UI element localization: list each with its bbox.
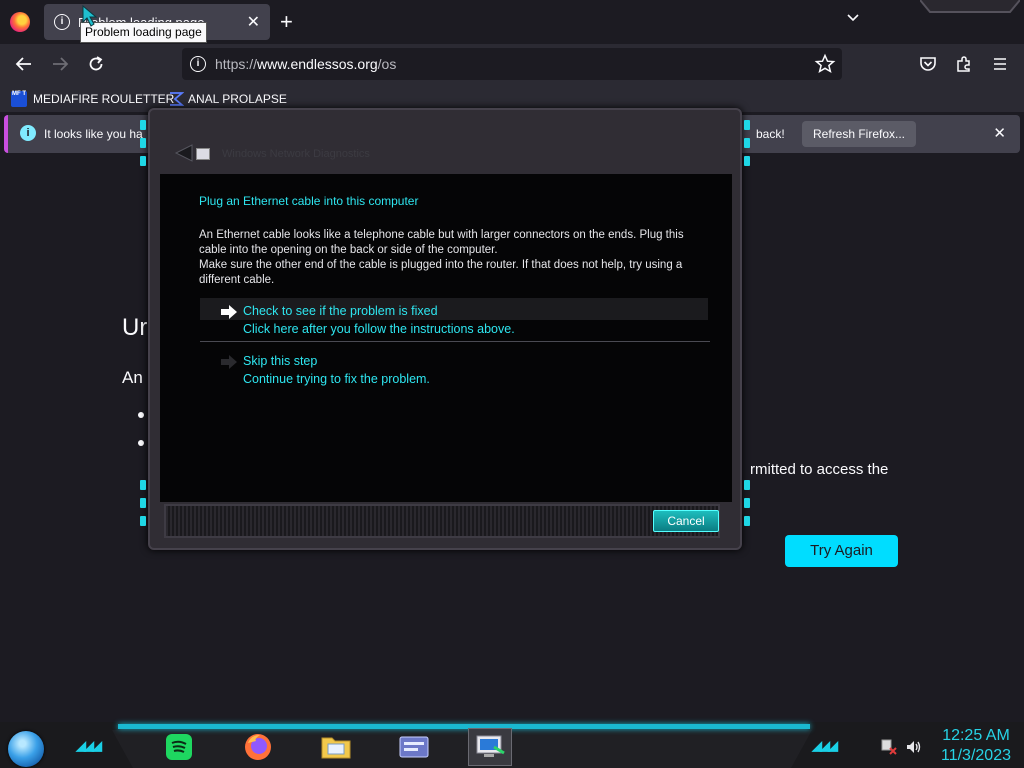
bookmark-item[interactable]: MF T MEDIAFIRE ROULETTER bbox=[11, 89, 174, 109]
instructions-paragraph: Make sure the other end of the cable is … bbox=[199, 259, 683, 286]
forward-button[interactable] bbox=[48, 52, 72, 76]
frame-light bbox=[140, 138, 146, 148]
navigation-toolbar: i https://www.endlessos.org/os bbox=[0, 44, 1024, 84]
taskbar-app-firefox[interactable] bbox=[236, 728, 280, 766]
taskbar-glow bbox=[118, 724, 810, 729]
try-again-button[interactable]: Try Again bbox=[785, 535, 898, 567]
back-arrow-icon bbox=[15, 57, 31, 71]
firefox-icon bbox=[245, 734, 271, 760]
dialog-instructions: An Ethernet cable looks like a telephone… bbox=[199, 228, 709, 288]
url-text[interactable]: https://www.endlessos.org/os bbox=[215, 56, 396, 72]
site-info-icon[interactable]: i bbox=[190, 56, 206, 72]
instructions-paragraph: An Ethernet cable looks like a telephone… bbox=[199, 229, 684, 256]
frame-light bbox=[140, 480, 146, 490]
frame-light bbox=[744, 516, 750, 526]
address-bar[interactable]: i https://www.endlessos.org/os bbox=[182, 48, 842, 80]
arrow-right-icon bbox=[221, 305, 237, 319]
new-tab-button[interactable]: + bbox=[280, 9, 293, 35]
notice-text-end: back! bbox=[756, 127, 785, 141]
url-host: www.endlessos.org bbox=[257, 56, 378, 72]
forward-arrow-icon bbox=[53, 57, 69, 71]
taskbar-app-explorer[interactable] bbox=[314, 728, 358, 766]
back-arrow-icon[interactable] bbox=[172, 142, 194, 164]
decoration-chevrons: ◢◢◢ bbox=[76, 738, 102, 753]
taskbar-band bbox=[112, 730, 812, 768]
chevron-down-icon[interactable] bbox=[845, 10, 861, 26]
window-decoration bbox=[920, 0, 1020, 13]
file-explorer-icon bbox=[321, 737, 351, 759]
frame-light bbox=[140, 120, 146, 130]
url-scheme: https:// bbox=[215, 56, 258, 72]
frame-light bbox=[744, 120, 750, 130]
bookmark-item[interactable]: ANAL PROLAPSE bbox=[168, 89, 287, 109]
bookmark-label: ANAL PROLAPSE bbox=[188, 92, 287, 106]
network-diagnostics-icon bbox=[476, 735, 505, 757]
url-path: /os bbox=[377, 56, 397, 72]
puzzle-piece-icon bbox=[957, 56, 970, 72]
taskbar-app-network-diagnostics[interactable] bbox=[468, 728, 512, 766]
notice-text: It looks like you ha bbox=[44, 127, 143, 141]
taskbar-app-control-panel[interactable] bbox=[392, 728, 436, 766]
notice-accent bbox=[4, 115, 8, 153]
extensions-button[interactable] bbox=[952, 52, 976, 76]
frame-light bbox=[140, 498, 146, 508]
bookmark-star-icon[interactable] bbox=[814, 53, 836, 75]
spotify-icon bbox=[166, 734, 192, 760]
app-menu-button[interactable] bbox=[988, 52, 1012, 76]
network-disconnected-icon[interactable] bbox=[880, 738, 898, 756]
sigma-bookmark-icon bbox=[170, 92, 184, 106]
info-icon: i bbox=[20, 125, 36, 141]
decoration-chevrons: ◢◢◢ bbox=[812, 738, 838, 753]
taskbar-app-spotify[interactable] bbox=[157, 728, 201, 766]
volume-icon[interactable] bbox=[905, 738, 923, 756]
frame-light bbox=[140, 516, 146, 526]
hamburger-menu-icon bbox=[994, 58, 1006, 70]
skip-step-sub[interactable]: Continue trying to fix the problem. bbox=[243, 372, 430, 386]
error-list-text: rmitted to access the bbox=[750, 461, 889, 478]
refresh-firefox-button[interactable]: Refresh Firefox... bbox=[802, 121, 916, 147]
divider bbox=[200, 341, 710, 342]
arrow-right-icon bbox=[221, 355, 237, 369]
reload-button[interactable] bbox=[84, 52, 108, 76]
frame-light bbox=[744, 480, 750, 490]
check-option-label[interactable]: Check to see if the problem is fixed bbox=[243, 304, 438, 318]
cancel-button[interactable]: Cancel bbox=[653, 510, 719, 532]
dialog-content bbox=[160, 174, 732, 502]
frame-light bbox=[140, 156, 146, 166]
skip-step-option[interactable]: Skip this step bbox=[243, 354, 317, 368]
dialog-footer bbox=[164, 504, 720, 538]
taskbar bbox=[0, 722, 1024, 768]
frame-light bbox=[744, 498, 750, 508]
mediafire-icon: MF T bbox=[11, 91, 27, 107]
start-button[interactable] bbox=[8, 731, 44, 767]
check-option-sub[interactable]: Click here after you follow the instruct… bbox=[243, 322, 515, 336]
clock-date: 11/3/2023 bbox=[941, 747, 1011, 764]
pocket-icon bbox=[920, 57, 936, 71]
system-clock[interactable]: 12:25 AM 11/3/2023 bbox=[934, 726, 1018, 766]
tab-close-icon[interactable]: ✕ bbox=[247, 12, 260, 32]
info-icon: i bbox=[54, 14, 70, 30]
clock-time: 12:25 AM bbox=[942, 727, 1010, 744]
close-icon[interactable]: ✕ bbox=[993, 124, 1006, 142]
mouse-cursor-icon bbox=[82, 5, 98, 27]
network-diagnostics-dialog: Windows Network Diagnostics Plug an Ethe… bbox=[138, 108, 752, 550]
dialog-heading: Plug an Ethernet cable into this compute… bbox=[199, 194, 419, 208]
back-button[interactable] bbox=[12, 52, 36, 76]
dialog-window-title: Windows Network Diagnostics bbox=[222, 148, 370, 160]
control-panel-icon bbox=[399, 736, 429, 758]
pocket-button[interactable] bbox=[916, 52, 940, 76]
reload-icon bbox=[89, 56, 103, 71]
firefox-menu-icon[interactable] bbox=[10, 12, 30, 32]
network-diagnostics-icon bbox=[196, 148, 210, 160]
frame-light bbox=[744, 156, 750, 166]
bookmark-label: MEDIAFIRE ROULETTER bbox=[33, 92, 175, 106]
frame-light bbox=[744, 138, 750, 148]
